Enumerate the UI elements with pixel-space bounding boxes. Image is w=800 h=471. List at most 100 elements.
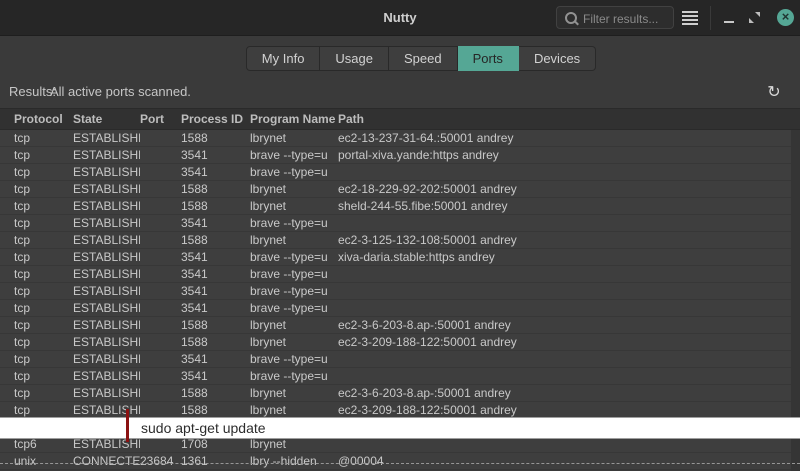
cell-port bbox=[140, 385, 181, 401]
cell-protocol: tcp bbox=[14, 368, 73, 384]
column-header-port[interactable]: Port bbox=[140, 109, 181, 129]
cell-process-id: 3541 bbox=[181, 368, 250, 384]
cell-path bbox=[338, 351, 800, 367]
menu-button[interactable] bbox=[680, 8, 700, 28]
cell-path: ec2-3-6-203-8.ap-:50001 andrey bbox=[338, 385, 800, 401]
close-button[interactable]: × bbox=[777, 9, 794, 26]
table-row[interactable]: tcpESTABLISHED1588lbrynetec2-3-6-203-8.a… bbox=[0, 385, 800, 402]
cell-state: ESTABLISHED bbox=[73, 147, 140, 163]
tab-speed[interactable]: Speed bbox=[389, 46, 458, 71]
table-row[interactable]: tcpESTABLISHED3541brave --type=uportal-x… bbox=[0, 147, 800, 164]
table-row[interactable]: tcpESTABLISHED1588lbrynetec2-18-229-92-2… bbox=[0, 181, 800, 198]
header-separator bbox=[710, 6, 711, 30]
search-input[interactable] bbox=[581, 8, 673, 29]
cell-program-name: brave --type=u bbox=[250, 215, 338, 231]
search-icon bbox=[565, 12, 577, 24]
cell-state: ESTABLISHED bbox=[73, 317, 140, 333]
table-row[interactable]: tcpESTABLISHED3541brave --type=u bbox=[0, 351, 800, 368]
hamburger-icon bbox=[682, 11, 698, 25]
table-row[interactable]: tcpESTABLISHED3541brave --type=u bbox=[0, 266, 800, 283]
cell-state: ESTABLISHED bbox=[73, 164, 140, 180]
cell-process-id: 3541 bbox=[181, 283, 250, 299]
column-header-state[interactable]: State bbox=[73, 109, 140, 129]
minimize-icon bbox=[724, 21, 734, 23]
tab-my-info[interactable]: My Info bbox=[246, 46, 321, 71]
table-row[interactable]: tcpESTABLISHED3541brave --type=u bbox=[0, 368, 800, 385]
cell-path bbox=[338, 368, 800, 384]
cell-protocol: tcp bbox=[14, 283, 73, 299]
table-row[interactable]: tcpESTABLISHED3541brave --type=u bbox=[0, 300, 800, 317]
cell-protocol: tcp bbox=[14, 351, 73, 367]
cell-port bbox=[140, 334, 181, 350]
cell-process-id: 3541 bbox=[181, 266, 250, 282]
cell-state: ESTABLISHED bbox=[73, 130, 140, 146]
cell-program-name: brave --type=u bbox=[250, 283, 338, 299]
cell-port bbox=[140, 130, 181, 146]
cell-port bbox=[140, 249, 181, 265]
cell-protocol: tcp bbox=[14, 334, 73, 350]
cell-state: ESTABLISHED bbox=[73, 198, 140, 214]
cell-port bbox=[140, 368, 181, 384]
cell-state: ESTABLISHED bbox=[73, 283, 140, 299]
cell-state: ESTABLISHED bbox=[73, 385, 140, 401]
cell-process-id: 1588 bbox=[181, 130, 250, 146]
cell-program-name: lbrynet bbox=[250, 232, 338, 248]
cell-path bbox=[338, 164, 800, 180]
table-row[interactable]: tcpESTABLISHED3541brave --type=u bbox=[0, 215, 800, 232]
table-row[interactable]: tcpESTABLISHED 3541brave --type=uxiva-dar… bbox=[0, 249, 800, 266]
cell-path: xiva-daria.stable:https andrey bbox=[338, 249, 800, 265]
table-row[interactable]: tcpESTABLISHED1588lbrynetec2-3-209-188-1… bbox=[0, 334, 800, 351]
cell-protocol: tcp bbox=[14, 249, 73, 265]
cell-program-name: brave --type=u bbox=[250, 249, 338, 265]
cell-port bbox=[140, 232, 181, 248]
cell-path bbox=[338, 283, 800, 299]
cell-state: CONNECTED bbox=[73, 453, 140, 469]
cell-port bbox=[140, 181, 181, 197]
cell-program-name: lbrynet bbox=[250, 181, 338, 197]
cell-process-id: 3541 bbox=[181, 164, 250, 180]
cell-program-name: brave --type=u bbox=[250, 300, 338, 316]
cell-state: ESTABLISHED bbox=[73, 266, 140, 282]
cell-program-name: lbrynet bbox=[250, 130, 338, 146]
tab-usage[interactable]: Usage bbox=[320, 46, 389, 71]
cell-process-id: 1361 bbox=[181, 453, 250, 469]
column-header-path[interactable]: Path bbox=[338, 109, 800, 129]
cell-program-name: lbrynet bbox=[250, 385, 338, 401]
column-header-program-name[interactable]: Program Name bbox=[250, 109, 338, 129]
header-bar: Nutty × bbox=[0, 0, 800, 36]
table-row[interactable]: tcpESTABLISHED1588lbrynetsheld-244-55.fi… bbox=[0, 198, 800, 215]
table-row[interactable]: tcpESTABLISHED 3541brave --type=u bbox=[0, 283, 800, 300]
cell-state: ESTABLISHED bbox=[73, 402, 140, 418]
maximize-button[interactable] bbox=[749, 12, 760, 23]
table-row[interactable]: tcpESTABLISHED1588lbrynetec2-3-125-132-1… bbox=[0, 232, 800, 249]
cell-process-id: 3541 bbox=[181, 300, 250, 316]
table-row[interactable]: unixCONNECTED236841361lbry --hidden@0000… bbox=[0, 453, 800, 470]
cell-process-id: 3541 bbox=[181, 147, 250, 163]
search-box bbox=[556, 6, 674, 29]
app-window: Nutty × My InfoUsageSpeedPortsDevices Re… bbox=[0, 0, 800, 471]
cell-program-name: brave --type=u bbox=[250, 147, 338, 163]
caption-overlay: sudo apt-get update bbox=[0, 417, 800, 439]
refresh-button[interactable]: ↻ bbox=[762, 80, 786, 104]
cell-protocol: tcp bbox=[14, 130, 73, 146]
cell-process-id: 1588 bbox=[181, 181, 250, 197]
cell-process-id: 3541 bbox=[181, 249, 250, 265]
cell-state: ESTABLISHED bbox=[73, 300, 140, 316]
tab-ports[interactable]: Ports bbox=[458, 46, 519, 71]
cell-path: portal-xiva.yande:https andrey bbox=[338, 147, 800, 163]
column-header-process-id[interactable]: Process ID bbox=[181, 109, 250, 129]
cell-path: ec2-18-229-92-202:50001 andrey bbox=[338, 181, 800, 197]
table-row[interactable]: tcpESTABLISHED1588lbrynetec2-13-237-31-6… bbox=[0, 130, 800, 147]
minimize-button[interactable] bbox=[720, 8, 738, 28]
results-message: All active ports scanned. bbox=[50, 84, 191, 99]
table-row[interactable]: tcpESTABLISHED1588lbrynetec2-3-6-203-8.a… bbox=[0, 317, 800, 334]
cell-path bbox=[338, 300, 800, 316]
column-header-protocol[interactable]: Protocol bbox=[14, 109, 73, 129]
cell-process-id: 1588 bbox=[181, 198, 250, 214]
cell-state: ESTABLISHED bbox=[73, 368, 140, 384]
tab-devices[interactable]: Devices bbox=[519, 46, 596, 71]
cell-port bbox=[140, 317, 181, 333]
cell-program-name: brave --type=u bbox=[250, 266, 338, 282]
cell-state: ESTABLISHED bbox=[73, 249, 140, 265]
table-row[interactable]: tcpESTABLISHED3541brave --type=u bbox=[0, 164, 800, 181]
